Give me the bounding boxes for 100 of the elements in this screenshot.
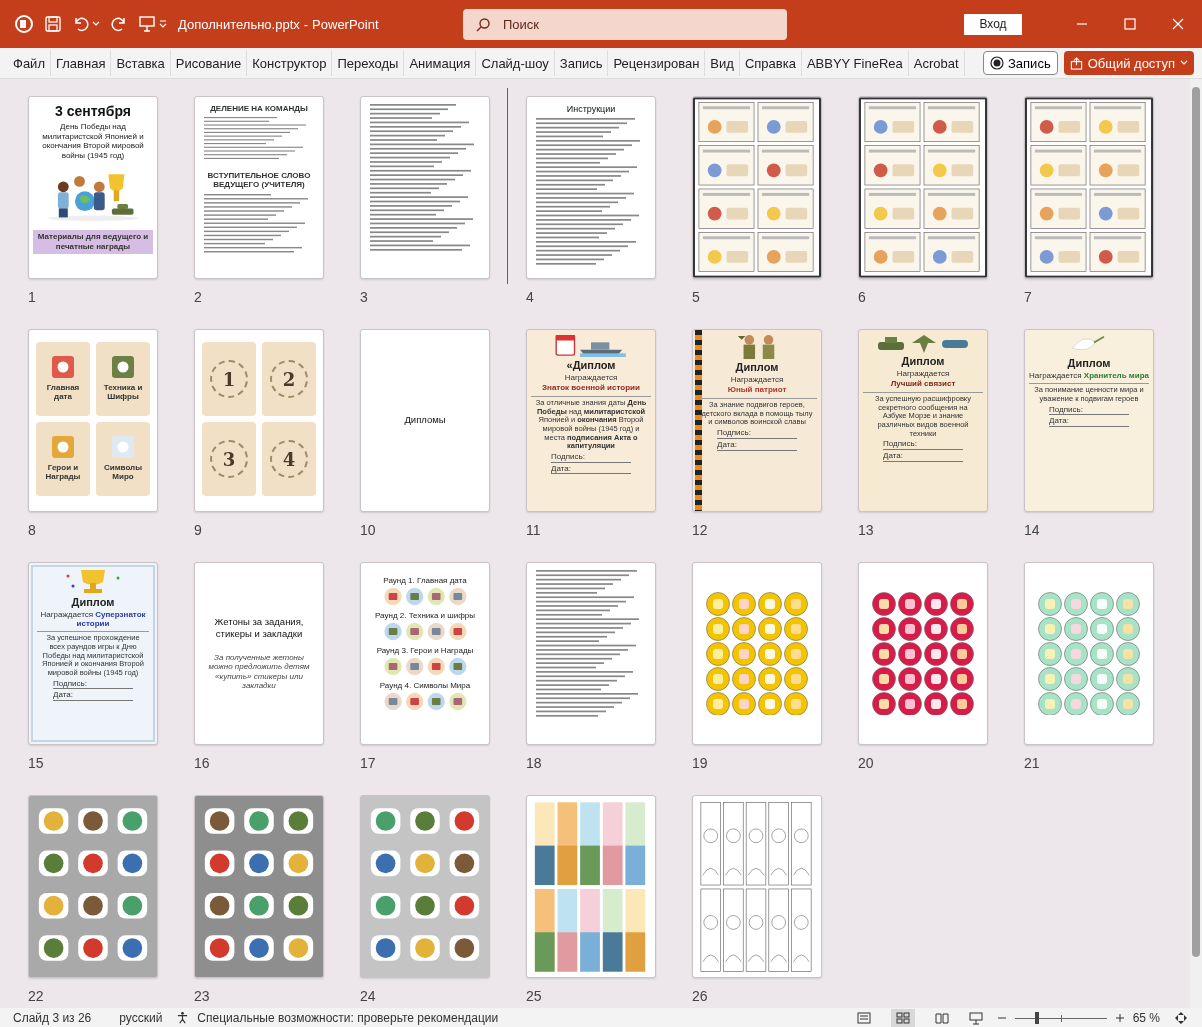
slide-counter: Слайд 3 из 26 bbox=[13, 1010, 92, 1025]
redo-icon[interactable] bbox=[110, 15, 128, 33]
slide-title: Дипломы bbox=[404, 414, 446, 427]
slide-banner: Материалы для ведущего и печатные награды bbox=[33, 230, 153, 254]
card-number: 2 bbox=[282, 368, 296, 390]
search-field[interactable]: Поиск bbox=[463, 8, 787, 40]
ribbon-tab[interactable]: Слайд-шоу bbox=[476, 50, 555, 76]
award-label: Награждается bbox=[730, 375, 784, 385]
slide-thumbnail[interactable]: ДЕЛЕНИЕ НА КОМАНДЫ ВСТУПИТЕЛЬНОЕ СЛОВО ВЕДУЩЕГО (УЧИТЕЛЯ) bbox=[194, 96, 324, 279]
slide-number: 18 bbox=[526, 754, 542, 773]
slide-thumbnail[interactable]: 3 сентября День Победы над милитаристской Японией и окончания Второй мировой войны (1945 год) Материалы для ведущего и печатные награды bbox=[28, 96, 158, 279]
caret-icon[interactable] bbox=[92, 20, 100, 28]
zoom-in-icon[interactable] bbox=[1114, 1012, 1125, 1023]
ribbon-strip-icon bbox=[695, 330, 702, 511]
slide-number: 16 bbox=[194, 754, 210, 773]
diploma-title: Диплом bbox=[71, 596, 115, 609]
date-line: Дата: bbox=[53, 691, 133, 702]
ribbon-tab[interactable]: Анимация bbox=[404, 50, 477, 76]
slide-number: 19 bbox=[692, 754, 708, 773]
slide-number: 17 bbox=[360, 754, 376, 773]
ribbon-tab[interactable]: ABBYY FineRea bbox=[801, 50, 909, 76]
sign-in-button[interactable]: Вход bbox=[964, 13, 1022, 35]
round-title: Раунд 4. Символы Мира bbox=[379, 681, 471, 690]
award-title: Юный патриот bbox=[727, 386, 787, 396]
round-title: Раунд 1. Главная дата bbox=[383, 576, 467, 585]
diploma-title: Диплом bbox=[901, 355, 945, 368]
slideshow-icon[interactable] bbox=[968, 1010, 983, 1025]
slide-number: 11 bbox=[526, 521, 541, 540]
zoom-level[interactable]: 65 % bbox=[1132, 1010, 1160, 1025]
accessibility-icon[interactable] bbox=[176, 1011, 190, 1024]
customize-caret-icon[interactable] bbox=[158, 19, 168, 29]
slide-thumbnail[interactable]: Главная дата Техника и Шифры Герои и Награды Символы Миро bbox=[28, 329, 158, 512]
title-separator: - bbox=[303, 16, 309, 32]
card-label: Техника и Шифры bbox=[102, 384, 144, 402]
ribbon-tab[interactable]: Переходы bbox=[332, 50, 405, 76]
ribbon-tab[interactable]: Файл bbox=[8, 50, 51, 76]
slide-number: 20 bbox=[858, 754, 874, 773]
slide-title: 3 сентября bbox=[55, 103, 131, 119]
ribbon-tab[interactable]: Справка bbox=[739, 50, 802, 76]
ribbon-tab[interactable]: Acrobat bbox=[908, 50, 965, 76]
date-line: Дата: bbox=[883, 452, 963, 462]
share-icon bbox=[1069, 56, 1083, 70]
app-name: PowerPoint bbox=[312, 16, 379, 32]
undo-icon[interactable] bbox=[72, 15, 90, 33]
ribbon-tab[interactable]: Вид bbox=[705, 50, 740, 76]
slide-thumbnail[interactable]: Жетоны за задания, стикеры и закладки За полученные жетоны можно предложить детям «купить» стикеры или закладки bbox=[194, 562, 324, 745]
slide-thumbnail[interactable]: Инструкции bbox=[526, 96, 656, 279]
card-label: Главная дата bbox=[45, 384, 81, 402]
card-number: 4 bbox=[282, 448, 296, 470]
card-label: Герои и Награды bbox=[44, 464, 82, 482]
slide-number: 15 bbox=[28, 754, 44, 773]
zoom-slider-thumb[interactable] bbox=[1034, 1011, 1039, 1024]
slide-thumbnail[interactable]: Раунд 1. Главная дата Раунд 2. Техника и шифры Раунд 3. Герои и Награды Раунд 4. Символы Мира bbox=[360, 562, 490, 745]
close-icon[interactable] bbox=[1172, 18, 1184, 30]
record-icon bbox=[990, 56, 1004, 70]
slide-thumbnail[interactable] bbox=[1024, 96, 1154, 279]
slide-thumbnail[interactable]: 1 2 3 4 bbox=[194, 329, 324, 512]
slide-thumbnail[interactable] bbox=[692, 96, 822, 279]
presentation-icon[interactable] bbox=[138, 15, 156, 33]
slide-number: 14 bbox=[1024, 521, 1040, 540]
slide-sorter-view-button[interactable] bbox=[890, 1008, 915, 1027]
save-icon[interactable] bbox=[44, 15, 62, 33]
ribbon-tab[interactable]: Рецензирован bbox=[608, 50, 706, 76]
card-picture-icon bbox=[112, 436, 134, 459]
ribbon-tab[interactable]: Конструктор bbox=[247, 50, 333, 76]
slide-number: 9 bbox=[194, 521, 202, 540]
grid-icon bbox=[895, 1010, 910, 1025]
slide-number: 7 bbox=[1024, 288, 1032, 307]
language-indicator[interactable]: русский bbox=[119, 1010, 163, 1025]
slide-number: 12 bbox=[692, 521, 708, 540]
notes-view-icon[interactable] bbox=[856, 1010, 871, 1025]
card-picture-icon bbox=[52, 356, 74, 379]
signature-line: Подпись: bbox=[883, 440, 963, 450]
award-title: Знаток военной истории bbox=[542, 384, 640, 394]
fit-to-window-icon[interactable] bbox=[1174, 1010, 1188, 1025]
slide-thumbnail[interactable] bbox=[858, 96, 988, 279]
slide-title: Инструкции bbox=[565, 104, 617, 114]
search-icon bbox=[475, 16, 491, 33]
share-button[interactable]: Общий доступ bbox=[1063, 51, 1194, 75]
ribbon-tab[interactable]: Вставка bbox=[111, 50, 171, 76]
slide-thumbnail[interactable]: Дипломы bbox=[360, 329, 490, 512]
card-label: Символы Миро bbox=[103, 464, 143, 482]
slide-number: 26 bbox=[692, 987, 708, 1006]
slide-number: 13 bbox=[858, 521, 874, 540]
maximize-icon[interactable] bbox=[1124, 18, 1136, 30]
scroll-thumb[interactable] bbox=[1192, 87, 1200, 957]
diploma-title: Диплом bbox=[735, 361, 779, 374]
slide-number: 25 bbox=[526, 987, 542, 1006]
diploma-title: Диплом bbox=[1067, 357, 1111, 370]
signature-line: Подпись: bbox=[1049, 405, 1129, 416]
zoom-slider[interactable] bbox=[1014, 1011, 1107, 1024]
card-picture-icon bbox=[112, 356, 134, 379]
accessibility-status[interactable]: Специальные возможности: проверьте рекомендации bbox=[197, 1010, 499, 1025]
ribbon-tab[interactable]: Запись bbox=[554, 50, 609, 76]
record-button[interactable]: Запись bbox=[983, 51, 1058, 75]
slide-heading: ВСТУПИТЕЛЬНОЕ СЛОВО ВЕДУЩЕГО (УЧИТЕЛЯ) bbox=[206, 171, 312, 190]
ribbon-tab[interactable]: Рисование bbox=[170, 50, 248, 76]
ribbon-tab[interactable]: Главная bbox=[50, 50, 112, 76]
scrollbar[interactable] bbox=[1190, 79, 1202, 1008]
reading-view-icon[interactable] bbox=[934, 1010, 949, 1025]
